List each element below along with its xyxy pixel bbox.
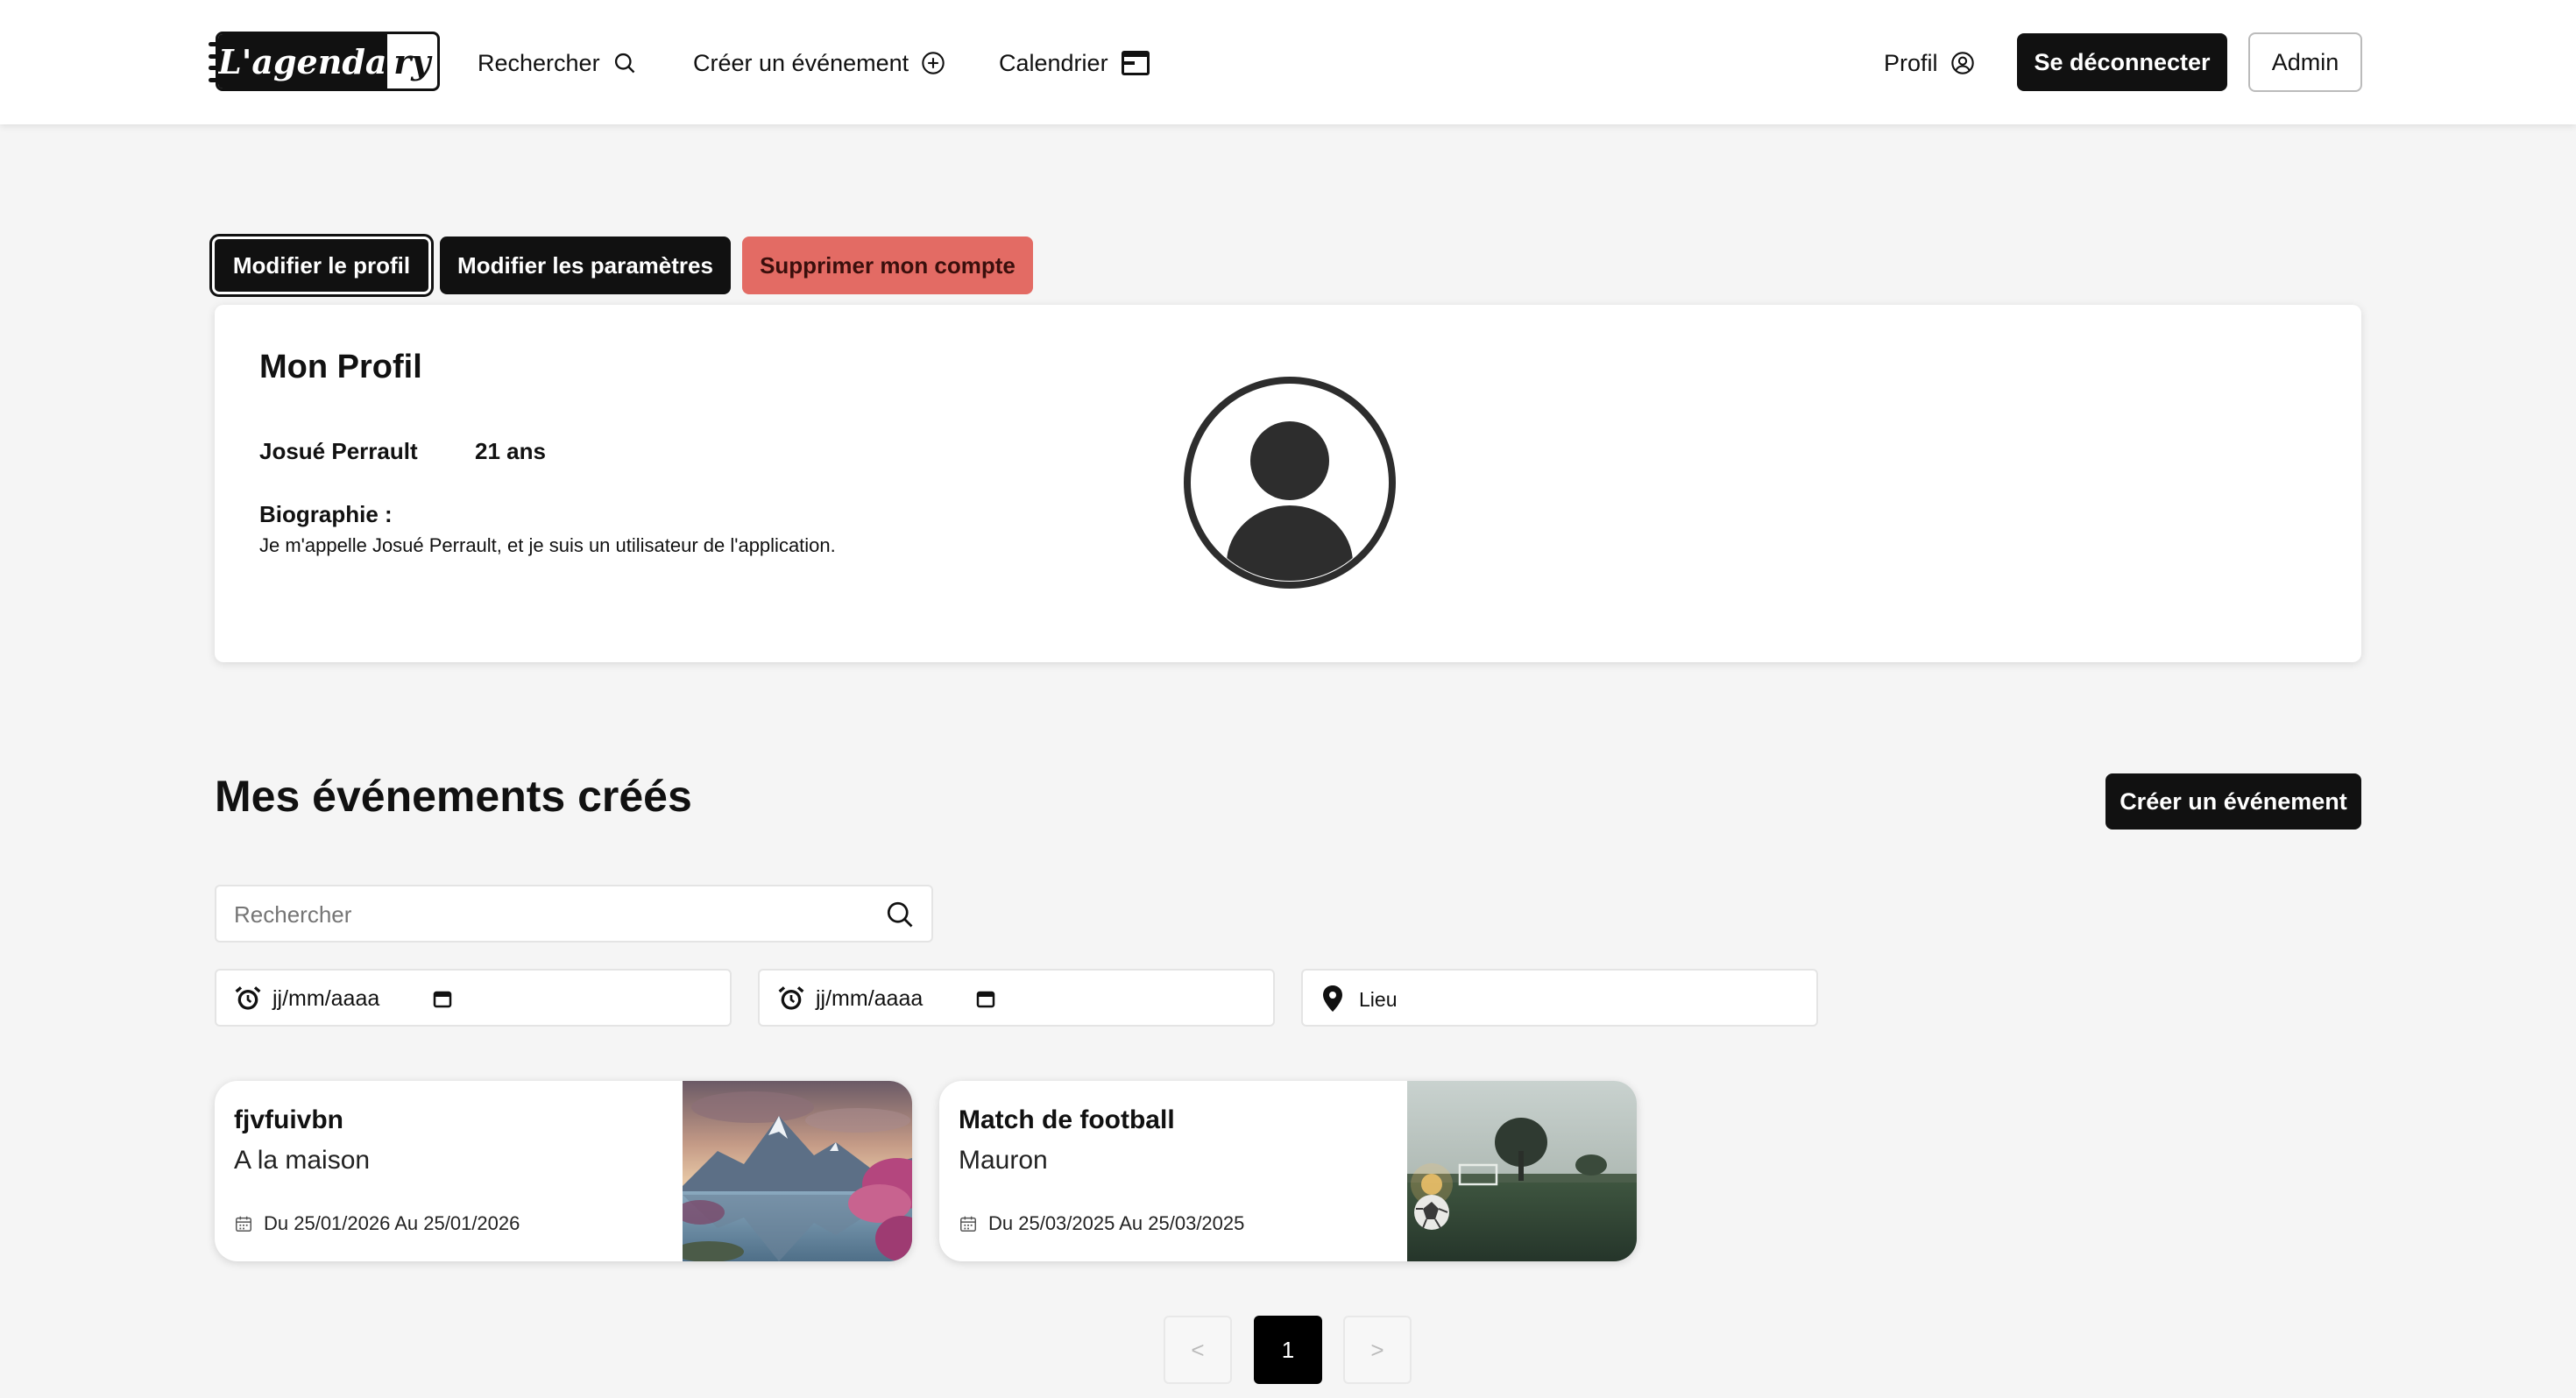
event-title: Match de football xyxy=(959,1105,1175,1134)
logo-tail-text: ry xyxy=(393,41,431,81)
delete-account-button[interactable]: Supprimer mon compte xyxy=(742,237,1033,294)
pagination-next-button[interactable]: > xyxy=(1343,1316,1412,1384)
end-date-value: jj/mm/aaaa xyxy=(816,986,924,1011)
alarm-clock-icon xyxy=(778,986,804,1010)
pagination-page-button[interactable]: 1 xyxy=(1254,1316,1322,1384)
profile-card: Mon Profil Josué Perrault 21 ans Biograp… xyxy=(215,305,2361,662)
nav-search-label: Rechercher xyxy=(478,49,600,76)
calendar-icon xyxy=(1121,51,1150,75)
event-dates-text: Du 25/03/2025 Au 25/03/2025 xyxy=(988,1212,1245,1234)
events-section-title: Mes événements créés xyxy=(215,772,692,821)
football-field-image xyxy=(1407,1081,1637,1261)
date-picker-icon[interactable] xyxy=(975,988,996,1009)
start-date-value: jj/mm/aaaa xyxy=(272,986,380,1011)
bio-text: Je m'appelle Josué Perrault, et je suis … xyxy=(259,534,836,556)
nav-calendar-label: Calendrier xyxy=(999,49,1108,76)
bio-label: Biographie : xyxy=(259,501,393,527)
app-logo[interactable]: L'agenda ry xyxy=(216,32,440,91)
event-place: Mauron xyxy=(959,1146,1048,1175)
map-pin-icon xyxy=(1323,985,1342,1012)
nav-search-link[interactable]: Rechercher xyxy=(478,44,637,82)
calendar-icon xyxy=(960,1216,976,1232)
logout-button[interactable]: Se déconnecter xyxy=(2017,33,2227,91)
nav-profile-link[interactable]: Profil xyxy=(1884,44,1975,82)
event-dates-text: Du 25/01/2026 Au 25/01/2026 xyxy=(264,1212,520,1234)
logo-main-text: L'agenda xyxy=(218,34,387,88)
user-circle-icon xyxy=(1950,52,1974,74)
place-value: Lieu xyxy=(1359,988,1398,1011)
event-card[interactable]: Match de football Mauron Du 25/03/2025 A… xyxy=(939,1081,1637,1261)
admin-button[interactable]: Admin xyxy=(2248,32,2362,92)
pagination-prev-button[interactable]: < xyxy=(1164,1316,1232,1384)
event-card[interactable]: fjvfuivbn A la maison Du 25/01/2026 Au 2… xyxy=(215,1081,912,1261)
event-search-input[interactable] xyxy=(232,897,849,932)
tab-edit-profile[interactable]: Modifier le profil xyxy=(209,234,434,297)
mountain-lake-image xyxy=(683,1081,912,1261)
end-date-field[interactable]: jj/mm/aaaa xyxy=(758,969,1275,1027)
alarm-clock-icon xyxy=(235,986,261,1010)
event-dates: Du 25/01/2026 Au 25/01/2026 xyxy=(234,1212,520,1235)
avatar-icon xyxy=(1184,377,1396,589)
create-event-button[interactable]: Créer un événement xyxy=(2105,773,2361,830)
search-icon[interactable] xyxy=(884,899,916,930)
event-title: fjvfuivbn xyxy=(234,1105,343,1134)
event-place: A la maison xyxy=(234,1146,371,1175)
nav-calendar-link[interactable]: Calendrier xyxy=(999,44,1150,82)
profile-heading: Mon Profil xyxy=(259,349,422,385)
top-navbar: L'agenda ry Rechercher Créer un événemen… xyxy=(0,0,2576,124)
event-dates: Du 25/03/2025 Au 25/03/2025 xyxy=(959,1212,1244,1235)
tab-edit-settings[interactable]: Modifier les paramètres xyxy=(440,237,731,294)
event-search-field[interactable] xyxy=(215,885,933,943)
start-date-field[interactable]: jj/mm/aaaa xyxy=(215,969,732,1027)
nav-create-label: Créer un événement xyxy=(693,49,909,76)
calendar-icon xyxy=(236,1216,251,1232)
nav-profile-label: Profil xyxy=(1884,49,1938,76)
place-field[interactable]: Lieu xyxy=(1301,969,1818,1027)
profile-name: Josué Perrault xyxy=(259,438,418,464)
plus-circle-icon xyxy=(922,52,945,74)
nav-create-event-link[interactable]: Créer un événement xyxy=(693,44,945,82)
search-icon xyxy=(614,53,634,74)
profile-age: 21 ans xyxy=(475,438,546,464)
date-picker-icon[interactable] xyxy=(432,988,453,1009)
